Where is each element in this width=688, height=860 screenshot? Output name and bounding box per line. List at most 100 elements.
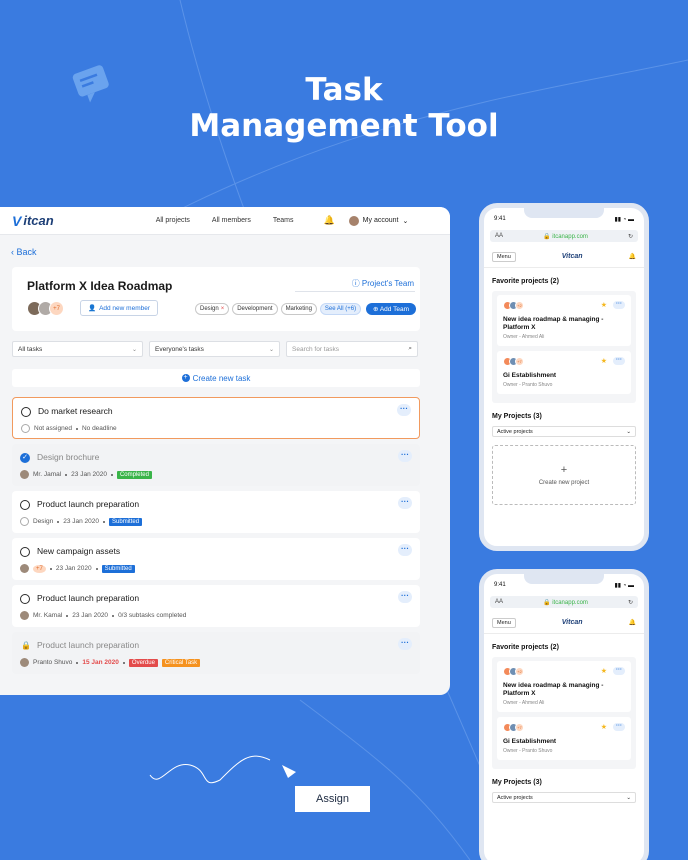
status-badge: Completed <box>116 470 152 479</box>
hero-title: Task Management Tool <box>189 72 499 144</box>
more-options-icon[interactable]: ··· <box>613 723 625 731</box>
my-projects-title: My Projects (3) <box>492 779 542 786</box>
reload-icon: ↻ <box>627 233 633 240</box>
nav-teams[interactable]: Teams <box>273 217 294 224</box>
signal-battery-icon: ▮▮ ◔ ▬ <box>614 216 634 223</box>
add-member-button[interactable]: 👤 Add new member <box>80 300 158 316</box>
nav-all-members[interactable]: All members <box>212 217 251 224</box>
tag-design[interactable]: Design × <box>195 303 230 315</box>
star-icon[interactable]: ★ <box>601 357 607 365</box>
more-options-icon[interactable]: ··· <box>613 357 625 365</box>
bell-icon[interactable]: 🔔 <box>629 619 636 626</box>
lock-icon: 🔒 <box>21 641 31 650</box>
more-options-icon[interactable]: ··· <box>398 497 412 509</box>
task-row[interactable]: New campaign assets ··· +7 23 Jan 2020 S… <box>12 538 420 580</box>
more-options-icon[interactable]: ··· <box>613 301 625 309</box>
chevron-down-icon: ⌄ <box>402 217 409 225</box>
browser-url-bar[interactable]: AA 🔒 itcanapp.com ↻ <box>490 230 638 242</box>
add-team-button[interactable]: ⊕ Add Team <box>365 303 416 315</box>
close-icon: × <box>220 306 225 312</box>
status-badge: Submitted <box>101 564 135 573</box>
plus-icon: + <box>181 374 190 382</box>
task-row[interactable]: Do market research ··· Not assigned No d… <box>12 397 420 439</box>
more-options-icon[interactable]: ··· <box>398 450 412 462</box>
task-row[interactable]: Product launch preparation ··· Design 23… <box>12 491 420 533</box>
avatar <box>348 215 359 226</box>
see-all-tags-button[interactable]: See All (+6) <box>319 303 362 315</box>
avatar <box>20 564 29 573</box>
favorite-project-card[interactable]: +7 ★ ··· Gi Establishment Owner - Pranto… <box>497 717 631 760</box>
menu-button[interactable]: Menu <box>492 617 516 628</box>
chevron-down-icon: ⌄ <box>626 794 631 801</box>
overdue-badge: Overdue <box>128 658 158 667</box>
my-projects-title: My Projects (3) <box>492 413 542 420</box>
more-options-icon[interactable]: ··· <box>613 667 625 675</box>
nav-all-projects[interactable]: All projects <box>156 217 190 224</box>
favorites-title: Favorite projects (2) <box>492 278 559 285</box>
project-filter-select[interactable]: Active projects ⌄ <box>492 426 636 437</box>
bell-icon[interactable]: 🔔 <box>629 253 636 260</box>
favorite-project-card[interactable]: +2 ★ ··· New idea roadmap & managing - P… <box>497 295 631 346</box>
browser-url-bar[interactable]: AA 🔒 itcanapp.com ↻ <box>490 596 638 608</box>
more-members-count: +7 <box>49 301 64 316</box>
chevron-down-icon: ⌄ <box>131 346 137 353</box>
task-filter-select[interactable]: All tasks ⌄ <box>12 341 143 357</box>
create-project-button[interactable]: + Create new project <box>492 445 636 505</box>
checkbox[interactable] <box>21 407 31 417</box>
status-badge: Submitted <box>109 517 143 526</box>
more-assignees-count: +7 <box>33 564 46 573</box>
team-icon <box>20 517 29 526</box>
back-link[interactable]: ‹ Back <box>11 247 37 257</box>
more-options-icon[interactable]: ··· <box>398 591 412 603</box>
task-row[interactable]: 🔒 Product launch preparation ··· Pranto … <box>12 632 420 674</box>
more-options-icon[interactable]: ··· <box>398 544 412 556</box>
star-icon[interactable]: ★ <box>601 667 607 675</box>
more-options-icon[interactable]: ··· <box>397 404 411 416</box>
top-navigation-bar: Vitcan All projects All members Teams 🔔 … <box>0 207 450 235</box>
project-team-link[interactable]: ⓘ Project's Team <box>352 278 414 289</box>
user-icon: 👤 <box>87 305 97 312</box>
chevron-down-icon: ⌄ <box>626 428 631 435</box>
checked-icon[interactable]: ✓ <box>20 453 30 463</box>
checkbox[interactable] <box>20 594 30 604</box>
tag-marketing[interactable]: Marketing <box>280 303 317 315</box>
page-title: Platform X Idea Roadmap <box>27 279 173 293</box>
owner-filter-select[interactable]: Everyone's tasks ⌄ <box>149 341 280 357</box>
favorites-title: Favorite projects (2) <box>492 644 559 651</box>
unassigned-icon <box>21 424 30 433</box>
chevron-down-icon: ⌄ <box>268 346 274 353</box>
project-header-card: Platform X Idea Roadmap ⓘ Project's Team… <box>12 267 420 331</box>
more-options-icon[interactable]: ··· <box>398 638 412 650</box>
bell-icon[interactable]: 🔔 <box>323 215 334 226</box>
favorite-project-card[interactable]: +2 ★ ··· New idea roadmap & managing - P… <box>497 661 631 712</box>
avatar <box>20 470 29 479</box>
desktop-app-window: Vitcan All projects All members Teams 🔔 … <box>0 207 450 695</box>
itcan-logo[interactable]: Vitcan <box>562 253 583 260</box>
member-avatars[interactable]: +7 <box>27 301 64 316</box>
task-row[interactable]: ✓ Design brochure ··· Mr. Jamal 23 Jan 2… <box>12 444 420 486</box>
search-input[interactable]: Search for tasks ⌕ <box>286 341 418 357</box>
critical-badge: Critical Task <box>161 658 201 667</box>
star-icon[interactable]: ★ <box>601 301 607 309</box>
menu-button[interactable]: Menu <box>492 251 516 262</box>
mobile-screen-1: 9:41 ▮▮ ◔ ▬ AA 🔒 itcanapp.com ↻ Menu Vit… <box>479 203 649 551</box>
create-task-button[interactable]: + Create new task <box>12 369 420 387</box>
mobile-screen-2: 9:41 ▮▮ ◔ ▬ AA 🔒 itcanapp.com ↻ Menu Vit… <box>479 569 649 860</box>
divider <box>295 291 415 292</box>
project-filter-select[interactable]: Active projects ⌄ <box>492 792 636 803</box>
avatar <box>20 658 29 667</box>
reload-icon: ↻ <box>627 599 633 606</box>
assign-button[interactable]: Assign <box>295 786 370 812</box>
plus-icon: + <box>560 464 568 476</box>
search-icon: ⌕ <box>408 345 412 352</box>
task-row[interactable]: Product launch preparation ··· Mr. Kamal… <box>12 585 420 627</box>
account-menu[interactable]: My account ⌄ <box>348 215 409 226</box>
itcan-logo[interactable]: Vitcan <box>12 213 54 229</box>
checkbox[interactable] <box>20 500 30 510</box>
checkbox[interactable] <box>20 547 30 557</box>
favorite-project-card[interactable]: +7 ★ ··· Gi Establishment Owner - Pranto… <box>497 351 631 394</box>
tag-development[interactable]: Development <box>232 303 278 315</box>
star-icon[interactable]: ★ <box>601 723 607 731</box>
signal-battery-icon: ▮▮ ◔ ▬ <box>614 582 634 589</box>
itcan-logo[interactable]: Vitcan <box>562 619 583 626</box>
